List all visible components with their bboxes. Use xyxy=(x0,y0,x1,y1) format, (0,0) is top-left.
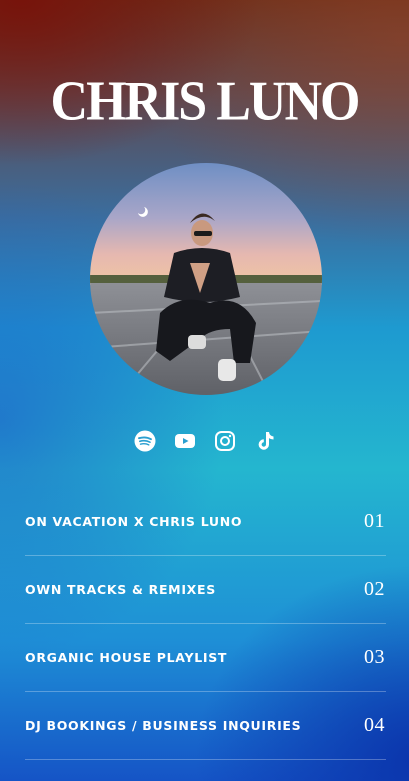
link-list: ON VACATION X CHRIS LUNO 01 OWN TRACKS &… xyxy=(25,488,386,760)
profile-photo xyxy=(90,163,322,395)
link-item-vacation[interactable]: ON VACATION X CHRIS LUNO 01 xyxy=(25,488,386,556)
link-number: 02 xyxy=(364,578,385,600)
link-label: ORGANIC HOUSE PLAYLIST xyxy=(25,650,228,665)
youtube-icon[interactable] xyxy=(174,430,196,452)
link-number: 04 xyxy=(364,714,385,736)
link-label: OWN TRACKS & REMIXES xyxy=(25,582,216,597)
instagram-icon[interactable] xyxy=(214,430,236,452)
tiktok-icon[interactable] xyxy=(254,430,276,452)
link-label: DJ BOOKINGS / BUSINESS INQUIRIES xyxy=(25,718,302,733)
link-item-tracks[interactable]: OWN TRACKS & REMIXES 02 xyxy=(25,556,386,624)
link-number: 03 xyxy=(364,646,385,668)
link-item-playlist[interactable]: ORGANIC HOUSE PLAYLIST 03 xyxy=(25,624,386,692)
link-item-bookings[interactable]: DJ BOOKINGS / BUSINESS INQUIRIES 04 xyxy=(25,692,386,760)
profile-avatar xyxy=(90,163,322,395)
social-links xyxy=(0,430,409,452)
spotify-icon[interactable] xyxy=(134,430,156,452)
profile-name: CHRIS LUNO xyxy=(50,70,361,133)
link-number: 01 xyxy=(364,510,385,532)
link-label: ON VACATION X CHRIS LUNO xyxy=(25,514,243,529)
